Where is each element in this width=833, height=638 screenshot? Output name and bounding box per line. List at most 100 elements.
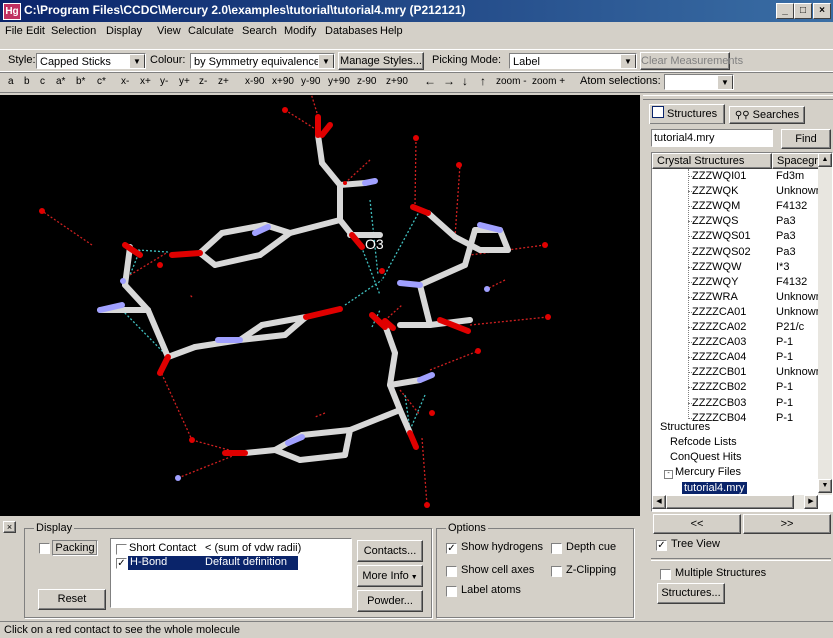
tree-node-mercury-files[interactable]: - Mercury Files bbox=[664, 466, 741, 479]
view-c-star-button[interactable]: c* bbox=[97, 76, 106, 87]
structure-row-name[interactable]: ZZZWQW bbox=[692, 261, 741, 273]
menu-modify[interactable]: Modify bbox=[284, 25, 316, 37]
view-a-button[interactable]: a bbox=[8, 76, 14, 87]
rotate-x-minus90-button[interactable]: x-90 bbox=[245, 76, 264, 87]
structure-row-name[interactable]: ZZZZCA03 bbox=[692, 336, 746, 348]
view-b-button[interactable]: b bbox=[24, 76, 30, 87]
molecule-viewer[interactable]: O3 bbox=[0, 95, 640, 516]
prev-button[interactable]: << bbox=[653, 514, 741, 534]
reset-button[interactable]: Reset bbox=[38, 589, 106, 610]
powder-button[interactable]: Powder... bbox=[357, 590, 423, 612]
structure-row-name[interactable]: ZZZWRA bbox=[692, 291, 738, 303]
structure-row-name[interactable]: ZZZWQI01 bbox=[692, 170, 746, 182]
view-z-minus-button[interactable]: z- bbox=[199, 76, 207, 87]
scrollbar-horizontal[interactable]: ◀ ▶ bbox=[652, 495, 818, 509]
style-select[interactable]: Capped Sticks ▼ bbox=[36, 53, 146, 69]
structures-button[interactable]: Structures... bbox=[657, 583, 725, 604]
tab-structures[interactable]: Structures bbox=[649, 104, 725, 124]
show-hydrogens-checkbox[interactable]: ✓ bbox=[446, 543, 457, 554]
view-a-star-button[interactable]: a* bbox=[56, 76, 65, 87]
structure-row-name[interactable]: ZZZZCB03 bbox=[692, 397, 746, 409]
menu-edit[interactable]: Edit bbox=[26, 25, 45, 37]
arrow-down-icon[interactable]: ↓ bbox=[462, 74, 468, 88]
column-header-spacegroup[interactable]: Spacegr bbox=[772, 153, 822, 169]
tree-node-tutorial4[interactable]: tutorial4.mry bbox=[682, 482, 747, 494]
menu-file[interactable]: File bbox=[5, 25, 23, 37]
depth-cue-checkbox[interactable] bbox=[551, 543, 562, 554]
structure-search-input[interactable]: tutorial4.mry bbox=[651, 129, 773, 147]
find-button[interactable]: Find bbox=[781, 129, 831, 149]
structure-row-name[interactable]: ZZZWQS01 bbox=[692, 230, 751, 242]
close-panel-icon[interactable]: × bbox=[3, 521, 16, 533]
manage-styles-button[interactable]: Manage Styles... bbox=[338, 52, 424, 70]
next-button[interactable]: >> bbox=[743, 514, 831, 534]
contacts-button[interactable]: Contacts... bbox=[357, 540, 423, 562]
rotate-z-minus90-button[interactable]: z-90 bbox=[357, 76, 376, 87]
arrow-right-icon[interactable]: → bbox=[443, 74, 455, 88]
z-clipping-checkbox[interactable] bbox=[551, 566, 562, 577]
hbond-checkbox[interactable]: ✓ bbox=[116, 558, 127, 569]
more-info-button[interactable]: More Info ▼ bbox=[357, 565, 423, 587]
label-atoms-checkbox[interactable] bbox=[446, 586, 457, 597]
rotate-z-plus90-button[interactable]: z+90 bbox=[386, 76, 408, 87]
scroll-down-icon[interactable]: ▼ bbox=[818, 479, 832, 493]
view-b-star-button[interactable]: b* bbox=[76, 76, 85, 87]
rotate-x-plus90-button[interactable]: x+90 bbox=[272, 76, 294, 87]
structure-row-name[interactable]: ZZZZCB01 bbox=[692, 366, 746, 378]
structure-row-name[interactable]: ZZZWQS bbox=[692, 215, 738, 227]
view-y-plus-button[interactable]: y+ bbox=[179, 76, 190, 87]
rotate-y-minus90-button[interactable]: y-90 bbox=[301, 76, 320, 87]
zoom-in-button[interactable]: zoom + bbox=[532, 76, 565, 87]
clear-measurements-button[interactable]: Clear Measurements bbox=[640, 52, 743, 70]
atom-selections-select[interactable]: ▼ bbox=[664, 74, 734, 90]
view-y-minus-button[interactable]: y- bbox=[160, 76, 168, 87]
structure-row-name[interactable]: ZZZZCA04 bbox=[692, 351, 746, 363]
menu-calculate[interactable]: Calculate bbox=[188, 25, 234, 37]
tree-node-conquest-hits[interactable]: ConQuest Hits bbox=[670, 451, 742, 463]
packing-checkbox[interactable] bbox=[39, 543, 50, 554]
menu-display[interactable]: Display bbox=[106, 25, 142, 37]
minimize-button[interactable]: _ bbox=[776, 3, 794, 19]
structure-row-name[interactable]: ZZZZCA02 bbox=[692, 321, 746, 333]
maximize-button[interactable]: □ bbox=[794, 3, 812, 19]
colour-select[interactable]: by Symmetry equivalence ▼ bbox=[190, 53, 335, 69]
show-cell-axes-checkbox[interactable] bbox=[446, 566, 457, 577]
structure-row-name[interactable]: ZZZWQY bbox=[692, 276, 738, 288]
structure-row-name[interactable]: ZZZZCA01 bbox=[692, 306, 746, 318]
tree-node-structures[interactable]: Structures bbox=[660, 421, 710, 433]
column-header-crystal-structures[interactable]: Crystal Structures bbox=[652, 153, 772, 169]
menu-view[interactable]: View bbox=[157, 25, 181, 37]
menu-search[interactable]: Search bbox=[242, 25, 277, 37]
scroll-up-icon[interactable]: ▲ bbox=[818, 153, 832, 167]
structure-row-name[interactable]: ZZZZCB02 bbox=[692, 381, 746, 393]
view-x-minus-button[interactable]: x- bbox=[121, 76, 129, 87]
menu-databases[interactable]: Databases bbox=[325, 25, 378, 37]
picking-mode-select[interactable]: Label ▼ bbox=[509, 53, 637, 69]
structure-row-spacegroup: Unknown bbox=[776, 366, 822, 379]
zoom-out-button[interactable]: zoom - bbox=[496, 76, 527, 87]
tab-searches[interactable]: ⚲⚲ Searches bbox=[729, 106, 805, 124]
arrow-left-icon[interactable]: ← bbox=[424, 74, 436, 88]
structure-row-name[interactable]: ZZZWQS02 bbox=[692, 246, 751, 258]
view-x-plus-button[interactable]: x+ bbox=[140, 76, 151, 87]
contacts-list[interactable]: Short Contact < (sum of vdw radii) ✓ H-B… bbox=[110, 538, 352, 608]
structure-row-name[interactable]: ZZZWQM bbox=[692, 200, 740, 212]
scroll-right-icon[interactable]: ▶ bbox=[804, 495, 818, 509]
close-button[interactable]: × bbox=[813, 3, 831, 19]
rotate-y-plus90-button[interactable]: y+90 bbox=[328, 76, 350, 87]
arrow-up-icon[interactable]: ↑ bbox=[480, 74, 486, 88]
short-contact-checkbox[interactable] bbox=[116, 544, 127, 555]
scroll-thumb[interactable] bbox=[666, 495, 794, 509]
view-c-button[interactable]: c bbox=[40, 76, 45, 87]
tree-view-checkbox[interactable]: ✓ bbox=[656, 540, 667, 551]
structure-tree[interactable]: Crystal Structures Spacegr ZZZWQI01 Fd3m Z… bbox=[651, 152, 833, 512]
menu-help[interactable]: Help bbox=[380, 25, 403, 37]
view-z-plus-button[interactable]: z+ bbox=[218, 76, 229, 87]
packing-label[interactable]: Packing bbox=[52, 540, 98, 556]
structure-row-name[interactable]: ZZZWQK bbox=[692, 185, 738, 197]
scrollbar-vertical[interactable]: ▲ ▼ bbox=[818, 153, 832, 495]
tree-node-refcode-lists[interactable]: Refcode Lists bbox=[670, 436, 737, 448]
multiple-structures-checkbox[interactable] bbox=[660, 569, 671, 580]
scroll-left-icon[interactable]: ◀ bbox=[652, 495, 666, 509]
menu-selection[interactable]: Selection bbox=[51, 25, 96, 37]
